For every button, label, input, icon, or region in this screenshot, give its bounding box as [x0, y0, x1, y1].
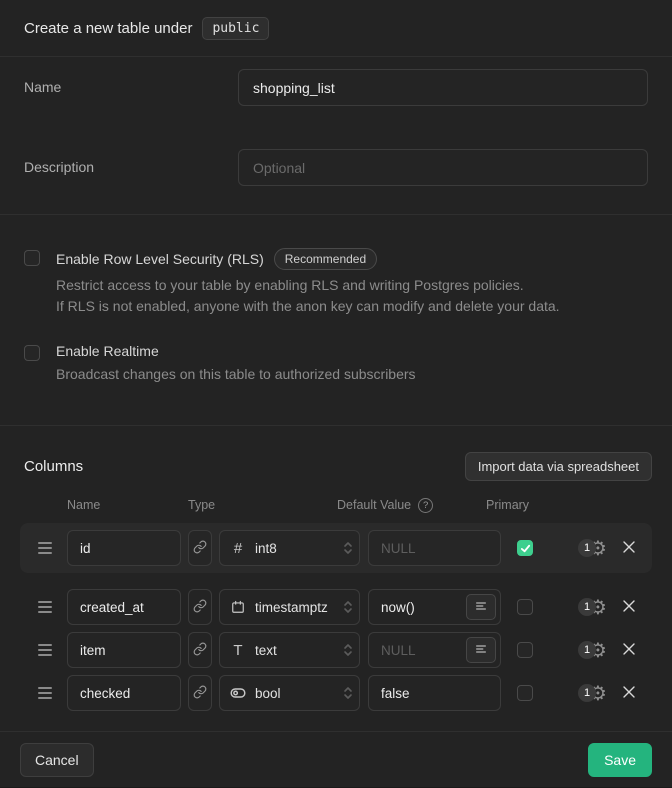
- remove-column-button[interactable]: [621, 540, 637, 556]
- x-icon: [622, 599, 636, 616]
- calendar-icon: [230, 600, 246, 614]
- schema-chip: public: [202, 17, 269, 40]
- columns-rows: # int8 1 ⚙: [0, 523, 672, 711]
- realtime-description: Broadcast changes on this table to autho…: [56, 364, 416, 385]
- rls-block: Enable Row Level Security (RLS) Recommen…: [24, 248, 648, 317]
- realtime-checkbox[interactable]: [24, 345, 40, 361]
- column-settings-button[interactable]: 1 ⚙: [578, 538, 607, 558]
- rls-texts: Enable Row Level Security (RLS) Recommen…: [56, 248, 560, 317]
- columns-heading: Columns: [24, 458, 83, 475]
- primary-key-checkbox[interactable]: [517, 642, 533, 658]
- column-default-input[interactable]: [368, 530, 501, 566]
- default-value-wrap: [368, 632, 501, 668]
- rls-description: Restrict access to your table by enablin…: [56, 275, 560, 317]
- text-icon: T: [230, 642, 246, 659]
- description-row: Description: [24, 149, 648, 186]
- options-section: Enable Row Level Security (RLS) Recommen…: [0, 215, 672, 426]
- question-circle-icon[interactable]: ?: [418, 498, 433, 513]
- table-name-input[interactable]: [238, 69, 648, 106]
- drag-handle-icon[interactable]: [38, 687, 52, 699]
- column-type-label: int8: [255, 541, 334, 556]
- column-name-input[interactable]: [67, 632, 181, 668]
- table-description-input[interactable]: [238, 149, 648, 186]
- primary-key-checkbox[interactable]: [517, 685, 533, 701]
- column-type-select[interactable]: T text: [219, 632, 360, 668]
- x-icon: [622, 685, 636, 702]
- default-value-wrap: [368, 530, 501, 566]
- primary-key-checkbox[interactable]: [517, 540, 533, 556]
- column-row-id: # int8 1 ⚙: [20, 523, 652, 573]
- default-value-wrap: [368, 675, 501, 711]
- column-type-select[interactable]: # int8: [219, 530, 360, 566]
- column-row-created-at: timestamptz 1 ⚙: [0, 589, 672, 625]
- create-table-dialog: Create a new table under public Name Des…: [0, 0, 672, 787]
- foreign-key-button[interactable]: [188, 632, 212, 668]
- remove-column-button[interactable]: [621, 642, 637, 658]
- general-section: Name Description: [0, 57, 672, 215]
- toggle-icon: [230, 687, 246, 699]
- column-row-item: T text 1 ⚙: [0, 632, 672, 668]
- chevron-updown-icon: [343, 599, 353, 615]
- x-icon: [622, 642, 636, 659]
- link-icon: [193, 599, 207, 616]
- column-settings-button[interactable]: 1 ⚙: [578, 597, 607, 617]
- chevron-updown-icon: [343, 642, 353, 658]
- description-label: Description: [24, 149, 238, 175]
- column-default-input[interactable]: [368, 675, 501, 711]
- column-type-label: timestamptz: [255, 600, 334, 615]
- header-default-value: Default Value ?: [337, 498, 486, 513]
- column-type-select[interactable]: bool: [219, 675, 360, 711]
- cancel-button[interactable]: Cancel: [20, 743, 94, 777]
- column-name-input[interactable]: [67, 530, 181, 566]
- columns-table-headers: Name Type Default Value ? Primary: [0, 497, 672, 513]
- hash-icon: #: [230, 540, 246, 557]
- realtime-texts: Enable Realtime Broadcast changes on thi…: [56, 343, 416, 385]
- column-name-input[interactable]: [67, 589, 181, 625]
- default-suggestions-button[interactable]: [466, 594, 496, 620]
- default-suggestions-button[interactable]: [466, 637, 496, 663]
- chevron-updown-icon: [343, 685, 353, 701]
- dialog-footer: Cancel Save: [0, 732, 672, 788]
- realtime-block: Enable Realtime Broadcast changes on thi…: [24, 343, 648, 385]
- chevron-updown-icon: [343, 540, 353, 556]
- foreign-key-button[interactable]: [188, 675, 212, 711]
- column-row-checked: bool 1 ⚙: [0, 675, 672, 711]
- rls-checkbox[interactable]: [24, 250, 40, 266]
- column-type-select[interactable]: timestamptz: [219, 589, 360, 625]
- remove-column-button[interactable]: [621, 685, 637, 701]
- realtime-label: Enable Realtime: [56, 343, 159, 359]
- save-button[interactable]: Save: [588, 743, 652, 777]
- default-value-wrap: [368, 589, 501, 625]
- x-icon: [622, 540, 636, 557]
- foreign-key-button[interactable]: [188, 589, 212, 625]
- dialog-header: Create a new table under public: [0, 0, 672, 57]
- column-type-label: text: [255, 643, 334, 658]
- remove-column-button[interactable]: [621, 599, 637, 615]
- column-settings-button[interactable]: 1 ⚙: [578, 683, 607, 703]
- recommended-badge: Recommended: [274, 248, 377, 270]
- column-type-label: bool: [255, 686, 334, 701]
- columns-section: Columns Import data via spreadsheet Name…: [0, 426, 672, 732]
- rls-label: Enable Row Level Security (RLS): [56, 251, 264, 267]
- header-name: Name: [67, 498, 188, 512]
- header-primary: Primary: [486, 498, 529, 512]
- link-icon: [193, 540, 207, 557]
- drag-handle-icon[interactable]: [38, 542, 52, 554]
- primary-key-checkbox[interactable]: [517, 599, 533, 615]
- dialog-title: Create a new table under: [24, 20, 192, 37]
- link-icon: [193, 685, 207, 702]
- drag-handle-icon[interactable]: [38, 644, 52, 656]
- name-label: Name: [24, 69, 238, 95]
- header-type: Type: [188, 498, 337, 512]
- link-icon: [193, 642, 207, 659]
- list-icon: [475, 643, 487, 658]
- list-icon: [475, 600, 487, 615]
- column-name-input[interactable]: [67, 675, 181, 711]
- name-row: Name: [24, 69, 648, 106]
- column-settings-button[interactable]: 1 ⚙: [578, 640, 607, 660]
- drag-handle-icon[interactable]: [38, 601, 52, 613]
- foreign-key-button[interactable]: [188, 530, 212, 566]
- import-spreadsheet-button[interactable]: Import data via spreadsheet: [465, 452, 652, 481]
